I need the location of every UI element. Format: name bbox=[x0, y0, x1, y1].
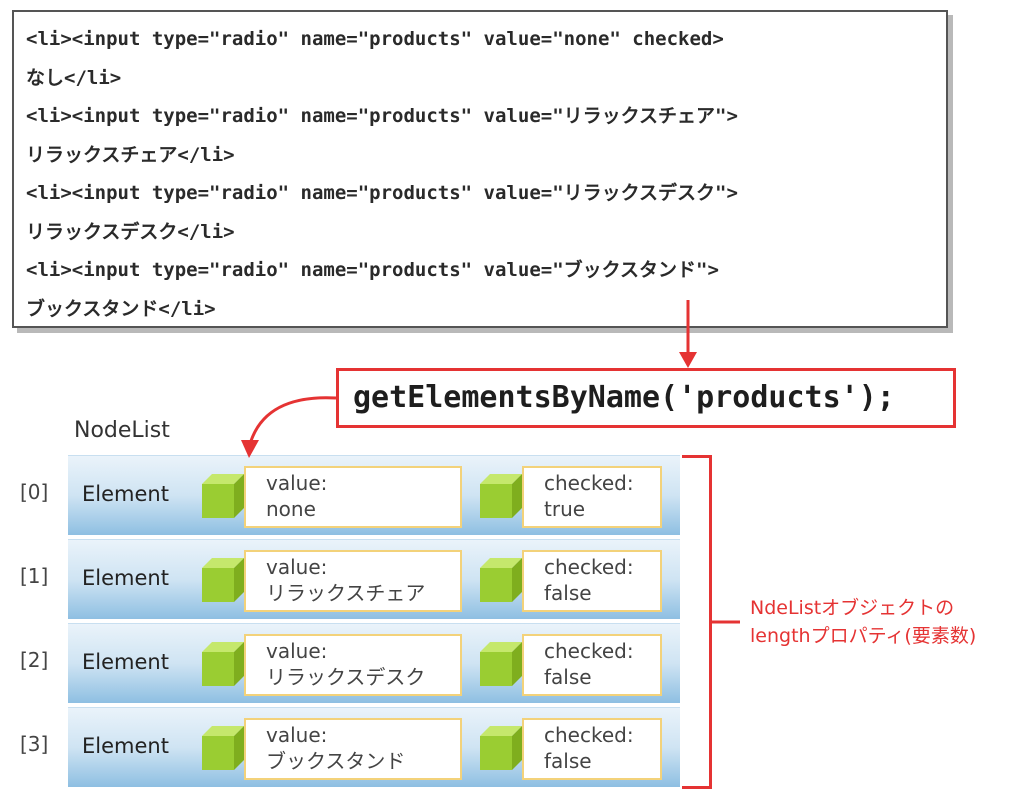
checked-text: false bbox=[544, 665, 592, 689]
element-cube-icon bbox=[480, 474, 522, 518]
code-line: <li><input type="radio" name="products" … bbox=[26, 182, 738, 204]
value-text: none bbox=[266, 497, 316, 521]
checked-property: checked: false bbox=[522, 718, 662, 780]
note-line: NdeListオブジェクトの bbox=[750, 597, 955, 619]
arrow-curve-line bbox=[248, 396, 337, 445]
value-key: value: bbox=[266, 723, 328, 747]
code-line: リラックスチェア</li> bbox=[26, 143, 235, 166]
row-index: [3] bbox=[20, 732, 49, 756]
element-label: Element bbox=[82, 482, 169, 506]
element-cube-icon bbox=[202, 642, 244, 686]
method-call-box: getElementsByName('products'); bbox=[336, 368, 956, 428]
nodelist-row-3: [3] Element value: ブックスタンド checked: fals… bbox=[20, 707, 680, 787]
value-key: value: bbox=[266, 555, 328, 579]
value-text: リラックスデスク bbox=[266, 665, 426, 689]
code-line: <li><input type="radio" name="products" … bbox=[26, 259, 719, 281]
element-label: Element bbox=[82, 650, 169, 674]
nodelist-row-0: [0] Element value: none checked: true bbox=[20, 455, 680, 535]
arrow-down-head-icon bbox=[679, 352, 697, 368]
nodelist-row-2: [2] Element value: リラックスデスク checked: fal… bbox=[20, 623, 680, 703]
checked-key: checked: bbox=[544, 723, 634, 747]
element-label: Element bbox=[82, 734, 169, 758]
code-listing: <li><input type="radio" name="products" … bbox=[12, 10, 948, 328]
nodelist-row-1: [1] Element value: リラックスチェア checked: fal… bbox=[20, 539, 680, 619]
checked-key: checked: bbox=[544, 639, 634, 663]
checked-key: checked: bbox=[544, 555, 634, 579]
code-line: ブックスタンド</li> bbox=[26, 297, 216, 320]
value-property: value: リラックスチェア bbox=[244, 550, 462, 612]
value-text: リラックスチェア bbox=[266, 581, 426, 605]
checked-key: checked: bbox=[544, 471, 634, 495]
checked-property: checked: false bbox=[522, 634, 662, 696]
row-index: [0] bbox=[20, 480, 49, 504]
element-cube-icon bbox=[480, 726, 522, 770]
code-line: なし</li> bbox=[26, 66, 122, 89]
element-cube-icon bbox=[480, 558, 522, 602]
checked-text: true bbox=[544, 497, 586, 521]
code-line: <li><input type="radio" name="products" … bbox=[26, 105, 738, 127]
value-property: value: none bbox=[244, 466, 462, 528]
code-line: <li><input type="radio" name="products" … bbox=[26, 28, 724, 50]
value-key: value: bbox=[266, 471, 328, 495]
note-line: lengthプロパティ(要素数) bbox=[750, 625, 977, 647]
checked-text: false bbox=[544, 581, 592, 605]
value-property: value: リラックスデスク bbox=[244, 634, 462, 696]
element-label: Element bbox=[82, 566, 169, 590]
value-text: ブックスタンド bbox=[266, 749, 406, 773]
element-cube-icon bbox=[202, 558, 244, 602]
length-bracket bbox=[682, 455, 712, 789]
row-index: [2] bbox=[20, 648, 49, 672]
length-note: NdeListオブジェクトの lengthプロパティ(要素数) bbox=[750, 594, 976, 650]
element-cube-icon bbox=[480, 642, 522, 686]
element-cube-icon bbox=[202, 474, 244, 518]
checked-property: checked: false bbox=[522, 550, 662, 612]
row-index: [1] bbox=[20, 564, 49, 588]
element-cube-icon bbox=[202, 726, 244, 770]
value-property: value: ブックスタンド bbox=[244, 718, 462, 780]
code-line: リラックスデスク</li> bbox=[26, 220, 235, 243]
value-key: value: bbox=[266, 639, 328, 663]
checked-property: checked: true bbox=[522, 466, 662, 528]
nodelist-title: NodeList bbox=[74, 418, 170, 443]
checked-text: false bbox=[544, 749, 592, 773]
